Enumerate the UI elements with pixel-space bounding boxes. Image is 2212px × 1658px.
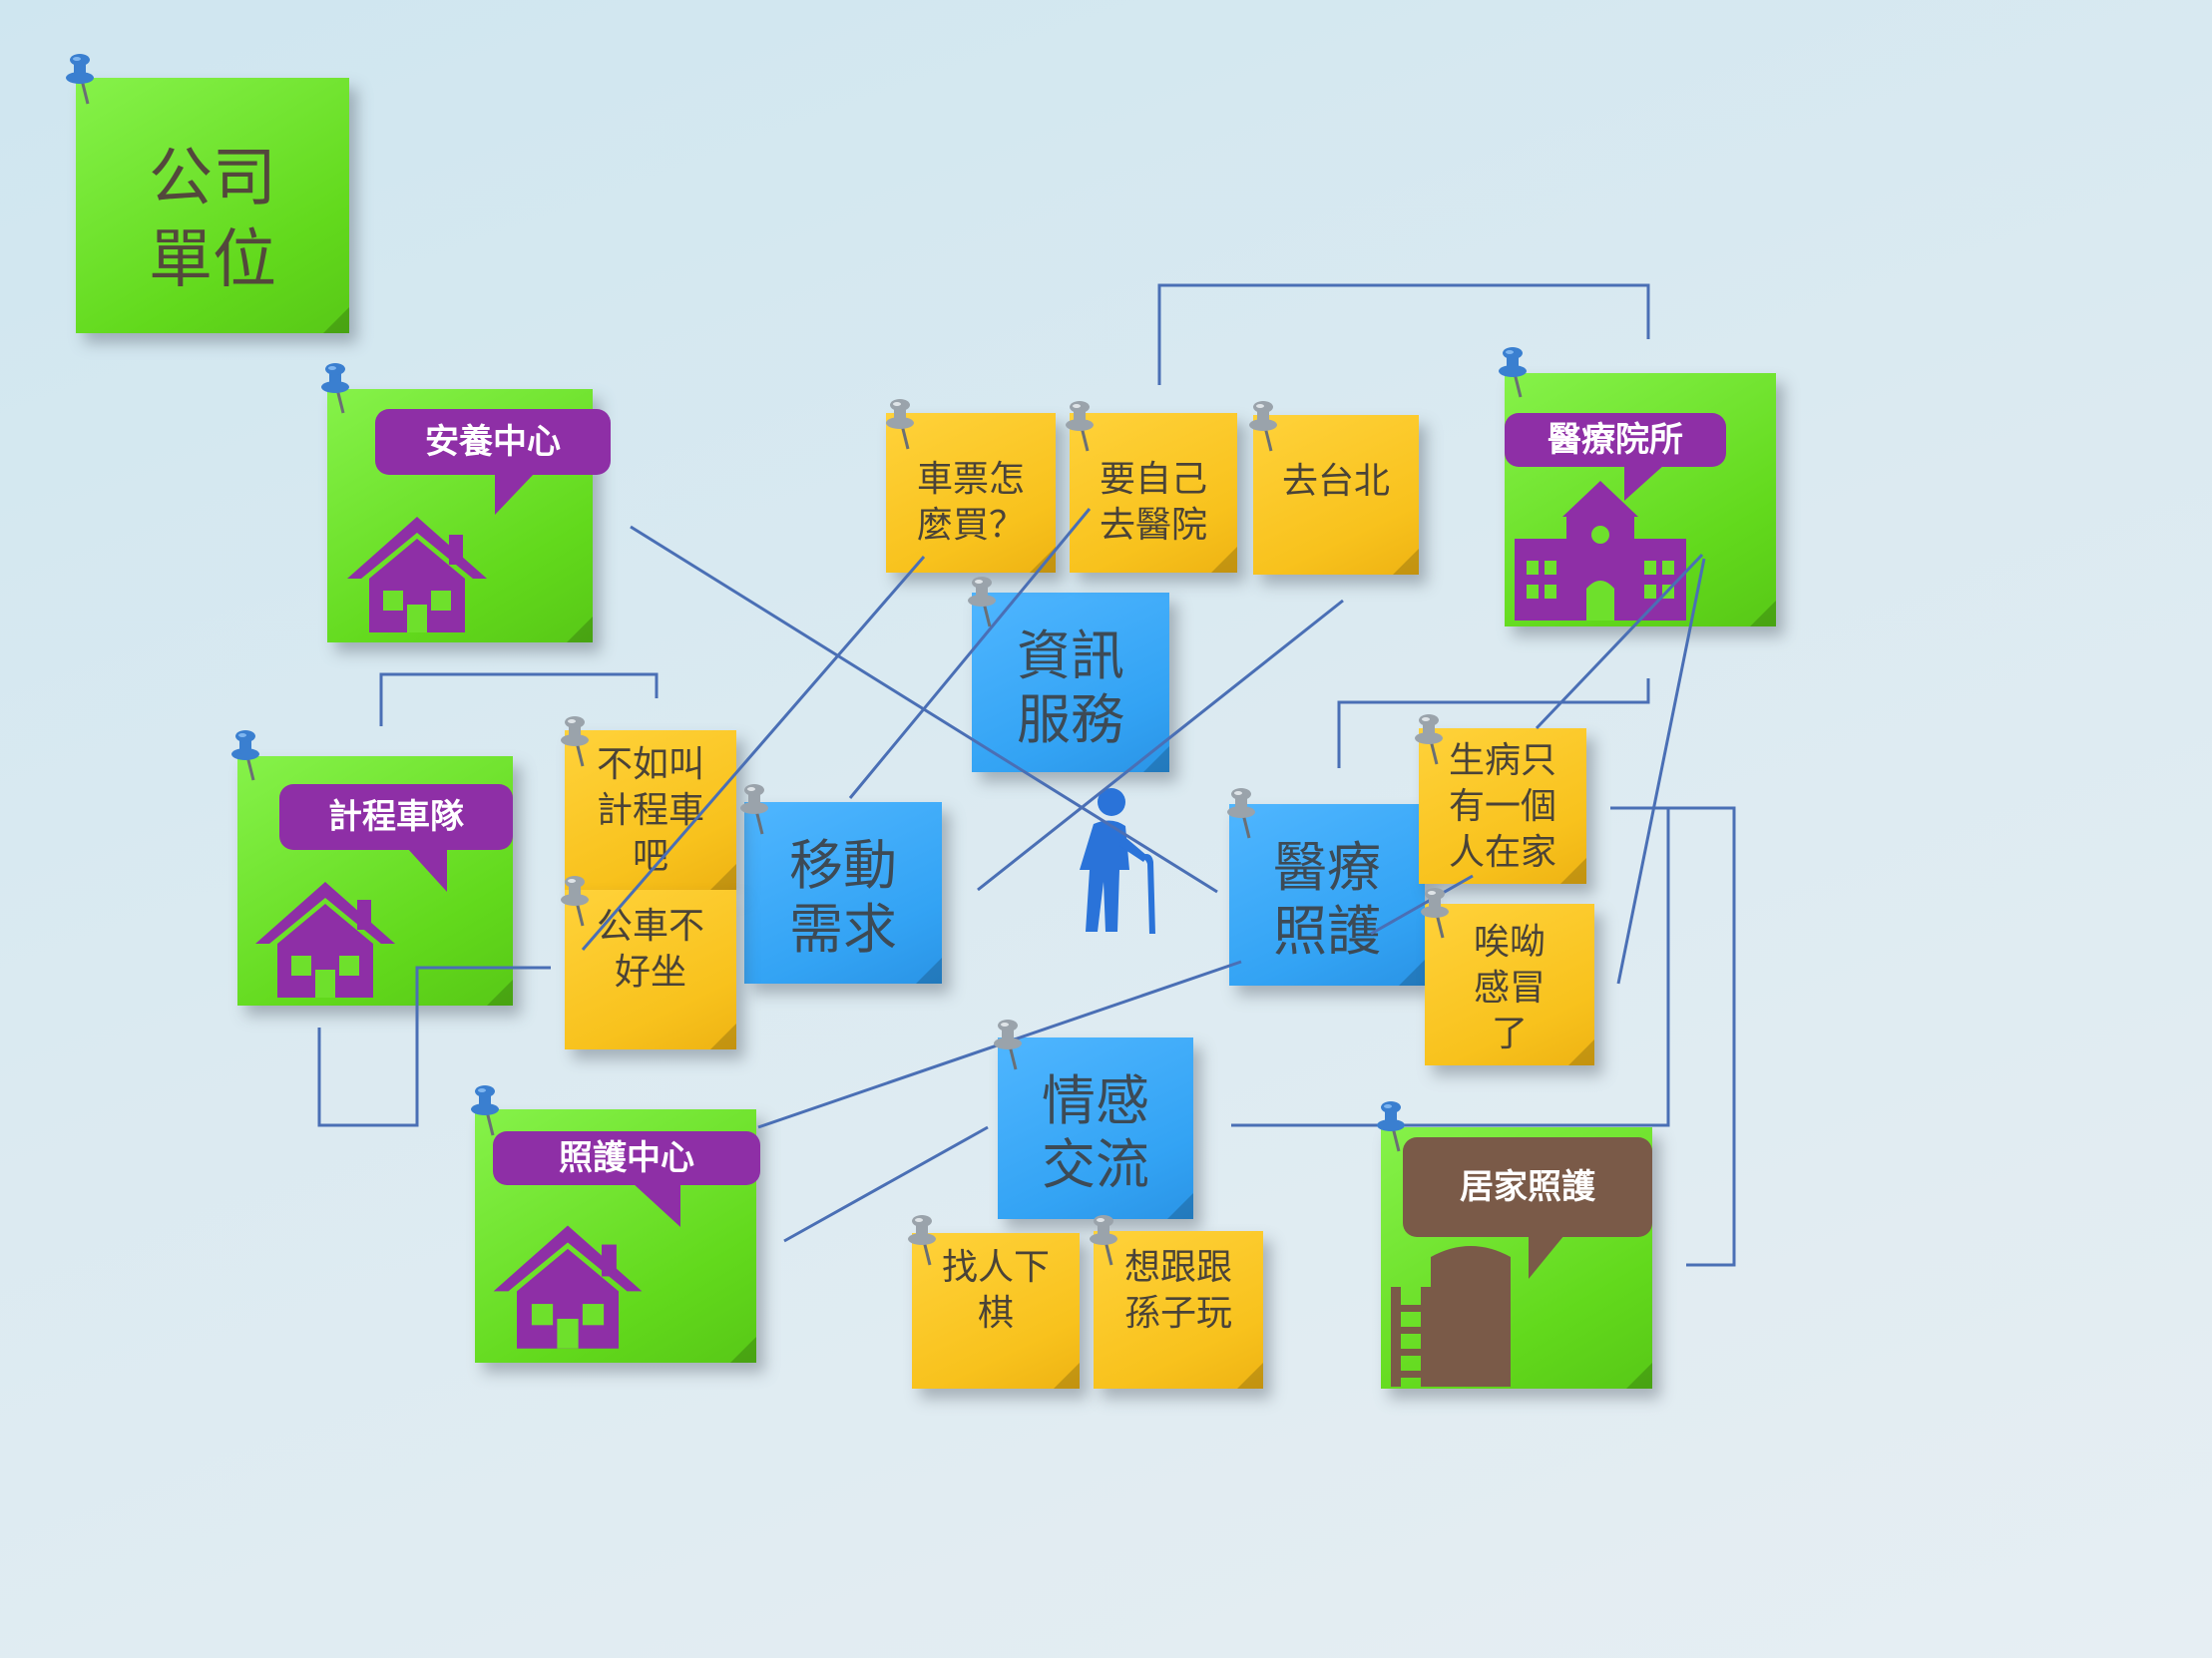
taxi-team-note: 計程車隊 — [237, 756, 513, 1006]
care-center-label-text: 照護中心 — [559, 1138, 694, 1178]
home-care-label-text: 居家照護 — [1460, 1167, 1595, 1207]
pushpin-icon — [886, 399, 914, 450]
home-care-note: 居家照護 — [1381, 1127, 1652, 1389]
pushpin-icon — [1227, 788, 1255, 839]
header-line-1: 公司 — [149, 142, 276, 215]
hospital-label-text: 醫療院所 — [1548, 420, 1683, 460]
pushpin-icon — [1249, 401, 1277, 452]
house-icon — [493, 1225, 643, 1349]
need-go-taipei-text: 去台北 — [1281, 461, 1390, 502]
pushpin-icon — [1377, 1101, 1405, 1152]
pushpin-icon — [908, 1215, 936, 1266]
house-icon — [347, 517, 487, 632]
nursing-home-note: 安養中心 — [327, 389, 611, 642]
need-cold-text: 唉呦 感冒 了 — [1473, 922, 1546, 1054]
header-line-2: 單位 — [149, 223, 276, 297]
taxi-team-label: 計程車隊 — [279, 784, 513, 892]
hospital-note: 醫療院所 — [1505, 373, 1776, 626]
need-ticket-text: 車票怎 麼買？ — [916, 459, 1025, 546]
pushpin-icon — [66, 54, 94, 105]
pushpin-icon — [1066, 401, 1094, 452]
pushpin-icon — [471, 1085, 499, 1136]
header-note: 公司 單位 — [76, 78, 349, 333]
pushpin-icon — [561, 876, 589, 927]
pushpin-icon — [740, 784, 768, 835]
elderly-person-icon — [1080, 788, 1155, 934]
house-icon — [255, 882, 395, 998]
pushpin-icon — [968, 577, 996, 627]
need-go-hospital-text: 要自己 去醫院 — [1099, 459, 1207, 546]
mobility-need-text: 移動 需求 — [789, 834, 897, 961]
pushpin-icon — [321, 363, 349, 414]
pushpin-icon — [1421, 888, 1449, 939]
info-service-text: 資訊 服務 — [1017, 624, 1124, 751]
care-center-label: 照護中心 — [493, 1131, 760, 1227]
pushpin-icon — [561, 716, 589, 767]
home-care-label: 居家照護 — [1403, 1137, 1652, 1279]
house-with-ladder-icon — [1391, 1246, 1511, 1387]
nursing-home-label: 安養中心 — [375, 409, 611, 515]
pushpin-icon — [1499, 347, 1527, 398]
medical-care-text: 醫療 照護 — [1273, 836, 1381, 963]
pushpin-icon — [1090, 1215, 1117, 1266]
hospital-building-icon — [1515, 481, 1686, 621]
hospital-label: 醫療院所 — [1505, 413, 1726, 501]
pushpin-icon — [231, 730, 259, 781]
care-center-note: 照護中心 — [475, 1109, 760, 1363]
emotional-exchange-text: 情感 交流 — [1042, 1069, 1149, 1196]
pushpin-icon — [1415, 714, 1443, 765]
nursing-home-label-text: 安養中心 — [425, 422, 561, 462]
taxi-team-label-text: 計程車隊 — [328, 797, 464, 837]
pushpin-icon — [994, 1020, 1022, 1070]
